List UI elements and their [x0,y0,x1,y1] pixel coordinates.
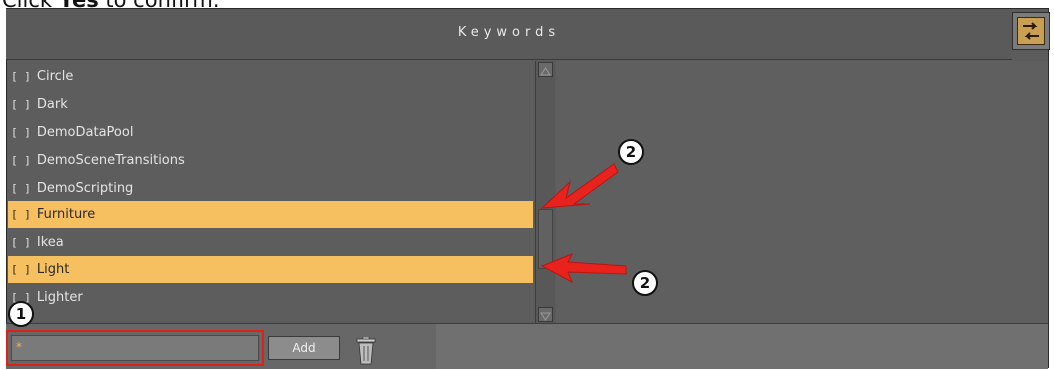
callout-badge-2-lower: 2 [632,270,658,296]
row-checkbox[interactable]: [ ] [11,154,31,167]
list-item-selected[interactable]: [ ] Furniture [8,201,533,228]
trash-icon[interactable] [356,336,376,365]
scroll-down-button[interactable] [538,307,553,322]
row-checkbox[interactable]: [ ] [11,98,31,111]
row-label: Lighter [36,290,83,305]
list-item-selected[interactable]: [ ] Light [8,256,533,283]
list-item[interactable]: [ ] Ikea [8,229,533,256]
panel-title: Keywords [457,25,561,40]
row-checkbox[interactable]: [ ] [11,263,31,276]
row-checkbox[interactable]: [ ] [11,126,31,139]
swap-button[interactable] [1012,12,1050,50]
list-item[interactable]: [ ] DemoDataPool [8,119,533,146]
list-item[interactable]: [ ] Dark [8,91,533,118]
callout-badge-1: 1 [8,301,34,327]
highlight-box: * [6,330,264,366]
keyword-input[interactable]: * [11,335,259,361]
row-label: DemoDataPool [36,125,134,140]
row-label: Ikea [36,235,64,250]
row-label: Circle [36,69,74,84]
list-item[interactable]: [ ] DemoScripting [8,175,533,202]
swap-arrows-icon [1017,17,1045,45]
row-checkbox[interactable]: [ ] [11,182,31,195]
list-item[interactable]: [ ] Circle [8,63,533,90]
row-checkbox[interactable]: [ ] [11,236,31,249]
triangle-down-icon [540,312,551,321]
row-checkbox[interactable]: [ ] [11,208,31,221]
add-button[interactable]: Add [268,336,340,360]
triangle-up-icon [540,67,551,76]
row-label: Dark [36,97,68,112]
keyword-list: [ ] Circle [ ] Dark [ ] DemoDataPool [ ] Dem… [8,61,533,321]
row-label: Furniture [36,207,96,222]
keyword-detail-pane [556,61,1048,323]
instruction-caption: Click Yes to confirm. [2,0,220,12]
panel-titlebar: Keywords [6,9,1012,60]
callout-badge-2-upper: 2 [618,139,644,165]
scroll-up-button[interactable] [538,62,553,77]
row-checkbox[interactable]: [ ] [11,70,31,83]
list-item[interactable]: [ ] Lighter [8,284,533,311]
callout-arrow-upper [540,163,619,209]
row-label: Light [36,262,70,277]
row-label: DemoSceneTransitions [36,153,185,168]
list-item[interactable]: [ ] DemoSceneTransitions [8,147,533,174]
row-label: DemoScripting [36,181,134,196]
callout-arrow-lower [540,253,627,284]
